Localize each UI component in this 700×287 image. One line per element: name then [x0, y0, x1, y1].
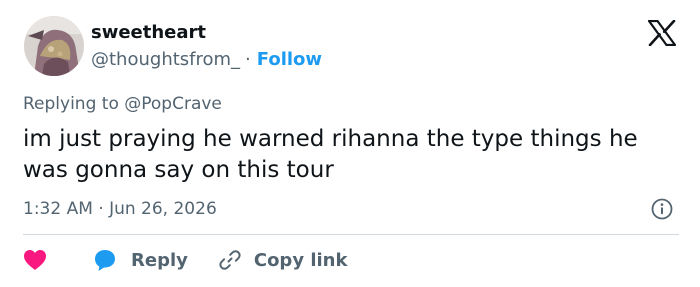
- author-handle[interactable]: @thoughtsfrom_: [91, 49, 240, 70]
- follow-button[interactable]: Follow: [257, 49, 322, 70]
- action-bar: Reply Copy link: [23, 246, 347, 274]
- link-icon: [218, 248, 242, 272]
- reply-label: Reply: [131, 249, 188, 271]
- tweet-text: im just praying he warned rihanna the ty…: [23, 126, 638, 183]
- replying-to: Replying to @PopCrave: [23, 91, 222, 117]
- speech-bubble-icon: [93, 248, 117, 272]
- heart-icon: [23, 249, 47, 271]
- divider: [23, 234, 679, 235]
- like-button[interactable]: [23, 249, 47, 271]
- x-logo-icon[interactable]: [647, 19, 677, 47]
- info-icon[interactable]: [651, 198, 673, 220]
- avatar[interactable]: [24, 16, 84, 76]
- author-handle-row: @thoughtsfrom_ · Follow: [91, 47, 322, 73]
- author-name[interactable]: sweetheart: [91, 20, 206, 46]
- copy-link-label: Copy link: [253, 249, 348, 271]
- copy-link-button[interactable]: Copy link: [218, 248, 348, 272]
- tweet-timestamp[interactable]: 1:32 AM · Jun 26, 2026: [23, 196, 217, 222]
- replying-to-prefix: Replying to: [23, 94, 125, 114]
- replying-to-handle[interactable]: @PopCrave: [124, 94, 222, 114]
- separator-dot: ·: [245, 49, 251, 70]
- reply-button[interactable]: Reply: [93, 248, 188, 272]
